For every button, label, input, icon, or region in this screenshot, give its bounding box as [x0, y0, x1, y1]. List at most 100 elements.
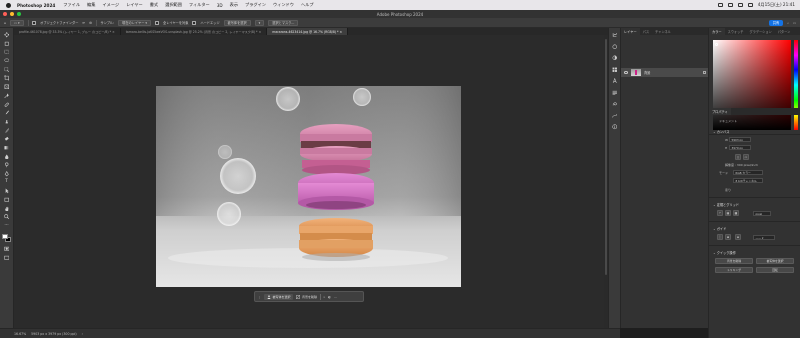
- more-options-button[interactable]: …: [334, 295, 337, 299]
- eyedropper-tool-icon[interactable]: [3, 93, 10, 99]
- hue-slider[interactable]: [794, 40, 798, 130]
- type-tool-icon[interactable]: T: [3, 180, 10, 186]
- select-and-mask-button[interactable]: 選択とマスク...: [268, 19, 299, 26]
- menu-3d[interactable]: 3D: [217, 3, 223, 8]
- bit-depth-select[interactable]: 8 bit/チャンネル: [733, 178, 763, 183]
- workspace-icon[interactable]: ▭: [793, 21, 796, 25]
- guides-lock-icon[interactable]: ⊞: [725, 234, 731, 240]
- search-icon[interactable]: ⌕: [787, 21, 789, 25]
- qa-select-subject-button[interactable]: 被写体を選択: [756, 258, 794, 264]
- color-picker-marker[interactable]: [715, 43, 718, 46]
- wifi-icon[interactable]: [727, 3, 733, 7]
- rectangle-tool-icon[interactable]: [3, 197, 10, 203]
- history-panel-icon[interactable]: [612, 32, 618, 38]
- tab-gradients[interactable]: グラデーション: [747, 28, 775, 35]
- battery-icon[interactable]: [717, 3, 723, 7]
- glyphs-panel-icon[interactable]: [612, 101, 618, 107]
- gradient-tool-icon[interactable]: [3, 145, 10, 151]
- menu-help[interactable]: ヘルプ: [301, 2, 314, 8]
- canvas-workspace[interactable]: ⋮ 被写体を選択 背景を削除 ⌗ ◐ …: [14, 35, 608, 328]
- landscape-orientation-button[interactable]: ▭: [743, 154, 749, 160]
- clone-stamp-tool-icon[interactable]: [3, 119, 10, 125]
- eraser-tool-icon[interactable]: [3, 136, 10, 142]
- status-arrow-icon[interactable]: ›: [82, 332, 83, 336]
- zoom-tool-icon[interactable]: [3, 214, 10, 220]
- all-layers-checkbox[interactable]: [155, 20, 160, 25]
- layer-row-background[interactable]: 背景: [621, 68, 709, 77]
- tab-swatches[interactable]: スウォッチ: [725, 28, 747, 35]
- menubar-clock[interactable]: 4月15日(土) 21:41: [758, 2, 795, 8]
- guides-toggle-icon[interactable]: ╎: [717, 234, 723, 240]
- guides-color-icon[interactable]: ⊟: [735, 234, 741, 240]
- search-icon[interactable]: [737, 3, 743, 7]
- refresh-icon[interactable]: ⟳: [82, 21, 85, 25]
- pen-tool-icon[interactable]: [3, 171, 10, 177]
- color-picker-field[interactable]: [713, 40, 791, 130]
- menu-layer[interactable]: レイヤー: [126, 2, 143, 8]
- menu-image[interactable]: イメージ: [102, 2, 119, 8]
- document-canvas-image[interactable]: [156, 86, 461, 287]
- qa-rotate-button[interactable]: 回転: [756, 267, 794, 273]
- path-selection-tool-icon[interactable]: [3, 188, 10, 194]
- marquee-tool-icon[interactable]: [3, 49, 10, 55]
- ruler-unit-select[interactable]: pixel: [753, 211, 771, 216]
- info-panel-icon[interactable]: [612, 124, 618, 130]
- menu-edit[interactable]: 編集: [87, 2, 95, 8]
- tab-patterns[interactable]: パターン: [775, 28, 794, 35]
- menu-window[interactable]: ウィンドウ: [273, 2, 294, 8]
- settings-icon[interactable]: ⚙: [89, 21, 92, 25]
- guides-section-title[interactable]: ⌄ ガイド: [713, 226, 726, 231]
- move-tool-icon[interactable]: [3, 32, 10, 38]
- zoom-level[interactable]: 16.67%: [14, 332, 26, 336]
- scrollbar-thumb[interactable]: [604, 39, 608, 275]
- tab-layers[interactable]: レイヤー: [621, 28, 640, 35]
- select-subject-context-button[interactable]: 被写体を選択: [264, 293, 294, 300]
- document-tab[interactable]: profile-461078.jpg @ 33.3% (レイヤー 1, ブルー …: [14, 28, 121, 35]
- share-button[interactable]: 共有: [768, 19, 784, 26]
- crop-tool-icon[interactable]: [3, 75, 10, 81]
- tool-preset-button[interactable]: ▭ ▾: [10, 19, 24, 26]
- remove-background-context-button[interactable]: 背景を削除: [296, 295, 317, 299]
- guide-color-select[interactable]: —— ▾: [753, 235, 775, 240]
- history-brush-tool-icon[interactable]: [3, 127, 10, 134]
- pixel-grid-toggle-icon[interactable]: ▩: [733, 210, 739, 216]
- rulers-grid-section-title[interactable]: ⌄ 定規とグリッド: [713, 202, 739, 207]
- grid-toggle-icon[interactable]: ▦: [725, 210, 731, 216]
- artboard-tool-icon[interactable]: [3, 41, 10, 47]
- document-tab[interactable]: tamara-bellis-JoKS5weVOS-unsplash.jpg @ …: [121, 28, 268, 35]
- visibility-eye-icon[interactable]: [624, 71, 628, 74]
- lasso-tool-icon[interactable]: [3, 58, 10, 64]
- menu-select[interactable]: 選択範囲: [165, 2, 182, 8]
- canvas-section-title[interactable]: ⌄ カンバス: [713, 129, 729, 134]
- width-input[interactable]: 5903 px: [729, 137, 751, 142]
- mode-select[interactable]: RGB カラー: [733, 170, 763, 175]
- ruler-toggle-icon[interactable]: ⌐: [717, 210, 723, 216]
- quick-actions-section-title[interactable]: ⌄ クイック操作: [713, 250, 736, 255]
- libraries-panel-icon[interactable]: [612, 67, 618, 73]
- tab-properties[interactable]: プロパティ: [709, 108, 731, 115]
- menu-filter[interactable]: フィルター: [189, 2, 210, 8]
- object-selection-tool-icon[interactable]: [3, 67, 10, 73]
- tab-paths[interactable]: パス: [640, 28, 652, 35]
- tab-color[interactable]: カラー: [709, 28, 725, 35]
- character-panel-icon[interactable]: [612, 78, 618, 84]
- brush-tool-icon[interactable]: [3, 110, 10, 116]
- drag-handle-icon[interactable]: ⋮: [258, 295, 261, 299]
- apple-icon[interactable]: [6, 2, 11, 8]
- blur-tool-icon[interactable]: [3, 154, 10, 160]
- transform-icon[interactable]: ⌗: [324, 295, 326, 299]
- tab-channels[interactable]: チャンネル: [652, 28, 674, 35]
- brush-settings-icon[interactable]: [612, 44, 618, 50]
- quick-mask-icon[interactable]: [3, 246, 10, 252]
- frame-tool-icon[interactable]: [3, 84, 10, 90]
- home-icon[interactable]: ⌂: [4, 21, 6, 25]
- paragraph-panel-icon[interactable]: [612, 90, 618, 96]
- height-input[interactable]: 3979 px: [729, 145, 751, 150]
- object-finder-checkbox[interactable]: [32, 20, 37, 25]
- document-info[interactable]: 5903 px x 3979 px (300 ppi): [31, 332, 77, 336]
- spot-healing-tool-icon[interactable]: [3, 102, 10, 108]
- foreground-color-swatch[interactable]: [2, 233, 8, 240]
- hand-tool-icon[interactable]: [3, 206, 10, 212]
- qa-trim-button[interactable]: トリミング: [715, 267, 753, 273]
- hard-edge-checkbox[interactable]: [192, 20, 197, 25]
